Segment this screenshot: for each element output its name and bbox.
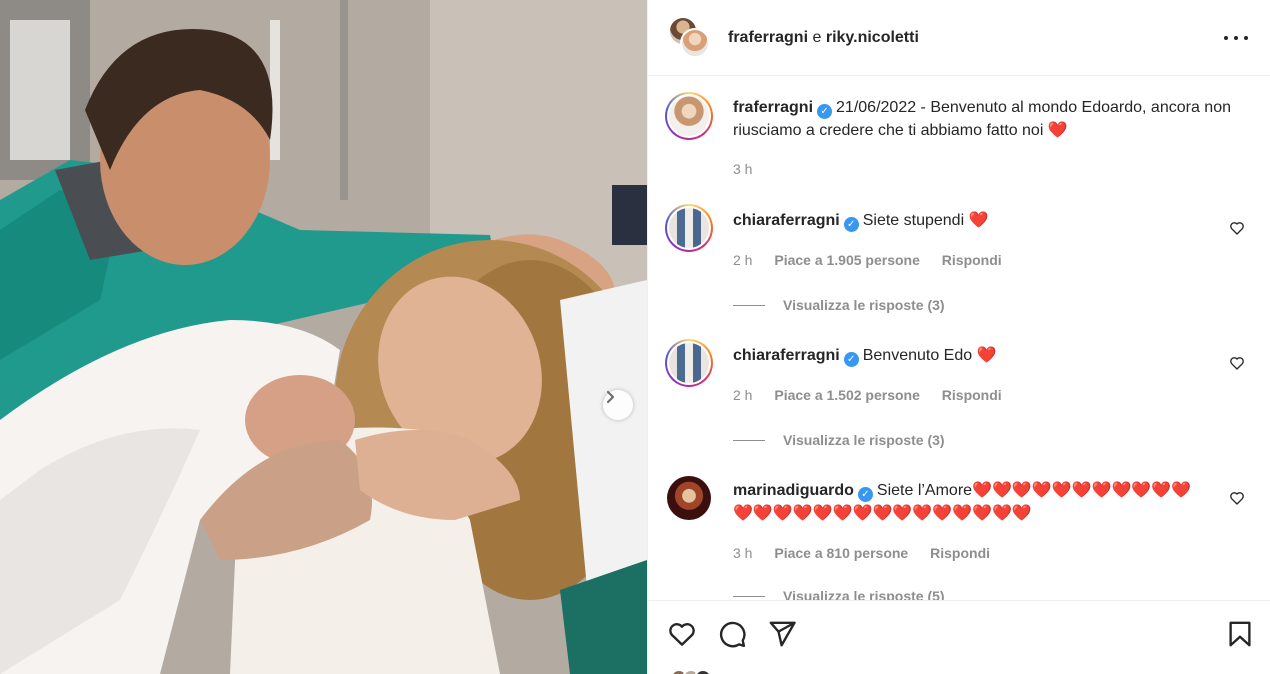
more-dot-icon <box>1224 36 1228 40</box>
instagram-post: fraferragni e riky.nicoletti fraferragni… <box>0 0 1270 674</box>
comment-username[interactable]: marinadiguardo <box>733 482 854 499</box>
liked-by-avatars[interactable] <box>670 669 712 674</box>
comment-like-heart-icon[interactable] <box>1229 355 1245 371</box>
comment-item: chiaraferragni ✓ Siete stupendi ❤️ 2 h Pia… <box>665 204 1245 334</box>
more-dot-icon <box>1234 36 1238 40</box>
view-replies-button[interactable]: Visualizza le risposte (3) <box>733 432 945 448</box>
comment-time[interactable]: 3 h <box>733 545 752 561</box>
replies-divider <box>733 304 765 306</box>
comment-text: Benvenuto Edo ❤️ <box>862 347 997 364</box>
more-options-button[interactable] <box>1224 26 1248 50</box>
comment-time[interactable]: 2 h <box>733 387 752 403</box>
comment-likes[interactable]: Piace a 810 persone <box>774 545 908 561</box>
comment-likes[interactable]: Piace a 1.502 persone <box>774 387 920 403</box>
verified-badge-icon: ✓ <box>857 487 873 502</box>
caption-avatar-ring[interactable] <box>665 92 713 140</box>
replies-divider <box>733 439 765 441</box>
avatar <box>694 669 712 674</box>
comment-icon[interactable] <box>717 619 747 649</box>
avatar <box>667 341 711 385</box>
view-replies-button[interactable]: Visualizza le risposte (3) <box>733 297 945 313</box>
caption-text-block: fraferragni ✓ 21/06/2022 - Benvenuto al mo… <box>733 96 1233 142</box>
post-photo[interactable] <box>0 0 647 674</box>
comment-meta: 2 h Piace a 1.502 persone Rispondi <box>733 387 1020 403</box>
reply-button[interactable]: Rispondi <box>942 252 1002 268</box>
bookmark-icon[interactable] <box>1225 619 1255 649</box>
chevron-right-icon <box>606 390 615 404</box>
view-replies-label: Visualizza le risposte (3) <box>783 432 945 448</box>
avatar <box>667 94 711 138</box>
replies-divider <box>733 595 765 597</box>
comment-text-block: chiaraferragni ✓ Benvenuto Edo ❤️ <box>733 344 1233 367</box>
comment-avatar-ring[interactable] <box>665 204 713 252</box>
avatar <box>667 206 711 250</box>
comment-like-heart-icon[interactable] <box>1229 220 1245 236</box>
comment-time[interactable]: 2 h <box>733 252 752 268</box>
caption-username[interactable]: fraferragni <box>733 99 813 116</box>
comment-username[interactable]: chiaraferragni <box>733 347 840 364</box>
verified-badge-icon: ✓ <box>843 217 859 232</box>
post-side-panel: fraferragni e riky.nicoletti fraferragni… <box>647 0 1270 674</box>
caption-time[interactable]: 3 h <box>733 161 752 177</box>
heart-icon[interactable] <box>667 619 697 649</box>
avatar-riky-nicoletti-small[interactable] <box>680 27 710 58</box>
paper-plane-icon[interactable] <box>767 619 797 649</box>
collab-avatars[interactable] <box>668 15 712 60</box>
view-replies-label: Visualizza le risposte (5) <box>783 588 945 600</box>
comment-item: marinadiguardo ✓ Siete l’Amore❤️❤️❤️❤️❤️❤️… <box>665 474 1245 600</box>
header-user1[interactable]: fraferragni <box>728 29 808 46</box>
comment-avatar-ring[interactable] <box>665 339 713 387</box>
verified-badge-icon: ✓ <box>817 104 833 119</box>
comment-text-block: chiaraferragni ✓ Siete stupendi ❤️ <box>733 209 1233 232</box>
comment-text: Siete stupendi ❤️ <box>862 212 989 229</box>
comment-meta: 3 h Piace a 810 persone Rispondi <box>733 545 1008 561</box>
collab-usernames: fraferragni e riky.nicoletti <box>728 29 919 47</box>
view-replies-button[interactable]: Visualizza le risposte (5) <box>733 588 945 600</box>
comment-text-block: marinadiguardo ✓ Siete l’Amore❤️❤️❤️❤️❤️❤️… <box>733 479 1203 525</box>
comments-list[interactable]: fraferragni ✓ 21/06/2022 - Benvenuto al mo… <box>648 76 1270 600</box>
comment-meta: 2 h Piace a 1.905 persone Rispondi <box>733 252 1020 268</box>
caption-meta: 3 h <box>733 161 770 177</box>
comment-like-heart-icon[interactable] <box>1229 490 1245 506</box>
header-conjunction: e <box>812 28 822 46</box>
reply-button[interactable]: Rispondi <box>930 545 990 561</box>
comment-username[interactable]: chiaraferragni <box>733 212 840 229</box>
reply-button[interactable]: Rispondi <box>942 387 1002 403</box>
comment-item: chiaraferragni ✓ Benvenuto Edo ❤️ 2 h Piac… <box>665 339 1245 469</box>
verified-badge-icon: ✓ <box>843 352 859 367</box>
caption-item: fraferragni ✓ 21/06/2022 - Benvenuto al mo… <box>665 92 1245 202</box>
newborn-photo-illustration <box>0 0 647 674</box>
avatar[interactable] <box>667 476 711 520</box>
more-dot-icon <box>1244 36 1248 40</box>
post-actions-bar <box>648 600 1270 674</box>
comment-likes[interactable]: Piace a 1.905 persone <box>774 252 920 268</box>
next-photo-button[interactable] <box>603 390 633 420</box>
post-header: fraferragni e riky.nicoletti <box>648 0 1270 76</box>
view-replies-label: Visualizza le risposte (3) <box>783 297 945 313</box>
header-user2[interactable]: riky.nicoletti <box>826 29 919 46</box>
